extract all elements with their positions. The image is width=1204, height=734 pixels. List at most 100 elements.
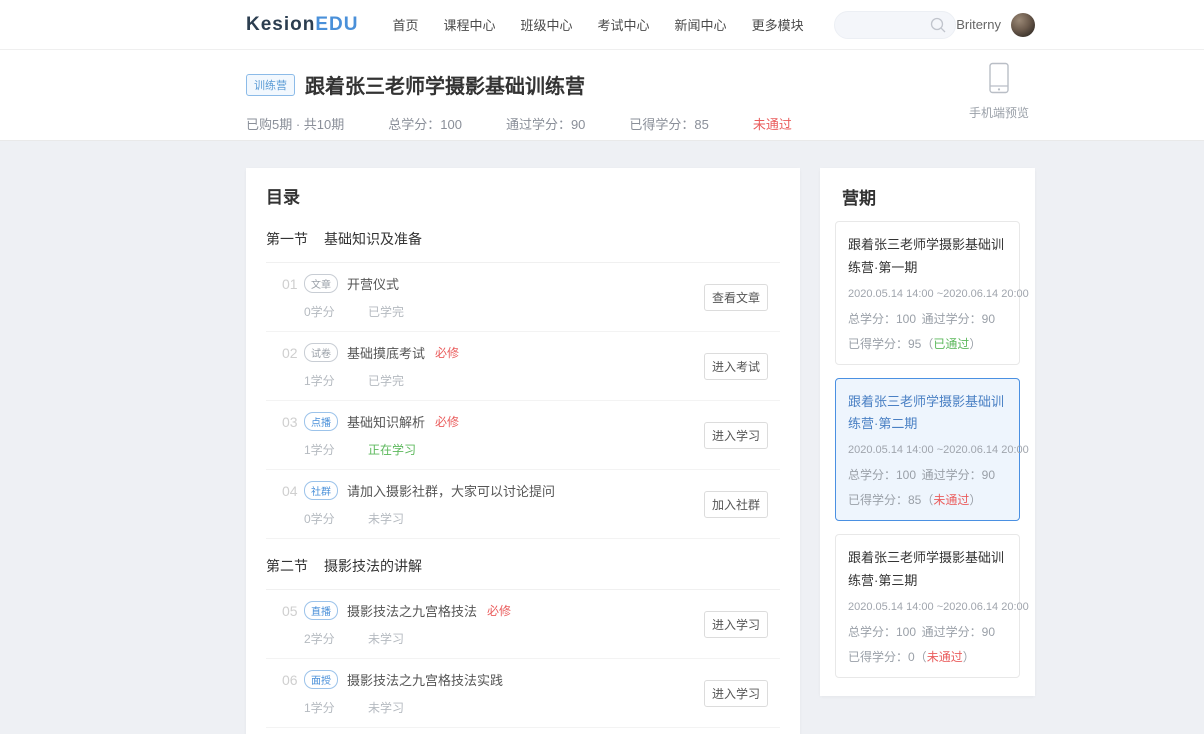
item-type-badge: 直播 xyxy=(304,601,338,620)
section-header: 第一节 基础知识及准备 xyxy=(266,212,780,263)
period-title: 跟着张三老师学摄影基础训练营·第三期 xyxy=(848,547,1007,593)
course-stats: 已购5期 · 共10期 总学分：100 通过学分：90 已得学分：85 未通过 xyxy=(246,114,1035,133)
catalog-item: 04 社群 请加入摄影社群，大家可以讨论提问 0学分 未学习 加入社群 xyxy=(266,470,780,539)
item-type-badge: 面授 xyxy=(304,670,338,689)
period-pass-credits: 通过学分：90 xyxy=(922,623,995,640)
item-credits: 2学分 xyxy=(304,630,340,647)
period-earned-suffix: ） xyxy=(969,493,981,507)
item-type-badge: 文章 xyxy=(304,274,338,293)
item-number: 02 xyxy=(266,343,304,361)
logo-text-edu: EDU xyxy=(315,14,358,35)
item-title: 请加入摄影社群，大家可以讨论提问 xyxy=(347,481,555,500)
user-area: Briterny xyxy=(956,13,1035,37)
nav-item-classes[interactable]: 班级中心 xyxy=(515,14,579,37)
period-earned-suffix: ） xyxy=(969,337,981,351)
item-credits: 1学分 xyxy=(304,372,340,389)
period-date: 2020.05.14 14:00 ~2020.06.14 20:00 xyxy=(848,601,1007,613)
item-type-badge: 社群 xyxy=(304,481,338,500)
item-action-button[interactable]: 查看文章 xyxy=(704,284,768,311)
period-status: 未通过 xyxy=(933,493,969,507)
nav-item-news[interactable]: 新闻中心 xyxy=(669,14,733,37)
item-credits: 1学分 xyxy=(304,441,340,458)
section-header: 第二节 摄影技法的讲解 xyxy=(266,539,780,590)
item-number: 01 xyxy=(266,274,304,292)
period-card-selected[interactable]: 跟着张三老师学摄影基础训练营·第二期 2020.05.14 14:00 ~202… xyxy=(835,378,1020,522)
nav-item-courses[interactable]: 课程中心 xyxy=(438,14,502,37)
period-total-credits: 总学分：100 xyxy=(848,623,916,640)
item-required-tag: 必修 xyxy=(487,602,511,619)
search-box xyxy=(834,11,957,39)
item-number: 05 xyxy=(266,601,304,619)
period-date: 2020.05.14 14:00 ~2020.06.14 20:00 xyxy=(848,288,1007,300)
periods-title: 营期 xyxy=(842,184,1020,209)
period-status: 未通过 xyxy=(927,650,963,664)
item-action-button[interactable]: 进入考试 xyxy=(704,353,768,380)
nav-item-home[interactable]: 首页 xyxy=(386,14,424,37)
period-earned-credits: 已得学分：0（未通过） xyxy=(848,648,1007,665)
period-pass-credits: 通过学分：90 xyxy=(922,310,995,327)
period-pass-credits: 通过学分：90 xyxy=(922,466,995,483)
item-credits: 1学分 xyxy=(304,699,340,716)
nav-item-more[interactable]: 更多模块 xyxy=(746,14,810,37)
pass-credits: 通过学分：90 xyxy=(506,114,585,133)
section-title: 摄影技法的讲解 xyxy=(324,556,422,576)
item-title: 基础知识解析 xyxy=(347,412,425,431)
item-number: 04 xyxy=(266,481,304,499)
section-number: 第二节 xyxy=(266,556,308,576)
period-earned-credits: 已得学分：95（已通过） xyxy=(848,335,1007,352)
nav-item-exams[interactable]: 考试中心 xyxy=(592,14,656,37)
catalog-title: 目录 xyxy=(266,168,780,212)
item-title: 基础摸底考试 xyxy=(347,343,425,362)
item-title: 摄影技法之九宫格技法实践 xyxy=(347,670,503,689)
item-action-button[interactable]: 进入学习 xyxy=(704,422,768,449)
period-title: 跟着张三老师学摄影基础训练营·第一期 xyxy=(848,234,1007,280)
item-number: 06 xyxy=(266,670,304,688)
period-status: 已通过 xyxy=(933,337,969,351)
period-earned-prefix: 已得学分：85（ xyxy=(848,493,933,507)
purchase-info: 已购5期 · 共10期 xyxy=(246,114,344,133)
item-action-button[interactable]: 加入社群 xyxy=(704,491,768,518)
catalog-item: 02 试卷 基础摸底考试 必修 1学分 已学完 进入考试 xyxy=(266,332,780,401)
course-header: 训练营 跟着张三老师学摄影基础训练营 已购5期 · 共10期 总学分：100 通… xyxy=(0,50,1204,141)
item-status: 未学习 xyxy=(368,699,404,716)
search-icon[interactable] xyxy=(929,16,947,34)
total-credits: 总学分：100 xyxy=(388,114,462,133)
item-number: 03 xyxy=(266,412,304,430)
section-number: 第一节 xyxy=(266,229,308,249)
period-total-credits: 总学分：100 xyxy=(848,466,916,483)
period-earned-prefix: 已得学分：95（ xyxy=(848,337,933,351)
avatar[interactable] xyxy=(1011,13,1035,37)
catalog-item: 03 点播 基础知识解析 必修 1学分 正在学习 进入学习 xyxy=(266,401,780,470)
item-required-tag: 必修 xyxy=(435,413,459,430)
period-total-credits: 总学分：100 xyxy=(848,310,916,327)
course-type-badge: 训练营 xyxy=(246,74,295,96)
mobile-preview-button[interactable]: 手机端预览 xyxy=(963,62,1035,121)
period-earned-suffix: ） xyxy=(963,650,975,664)
item-type-badge: 点播 xyxy=(304,412,338,431)
username[interactable]: Briterny xyxy=(956,17,1001,32)
top-navbar: KesionEDU 首页 课程中心 班级中心 考试中心 新闻中心 更多模块 Br… xyxy=(0,0,1204,50)
item-status: 未学习 xyxy=(368,630,404,647)
catalog-item: 01 文章 开营仪式 0学分 已学完 查看文章 xyxy=(266,263,780,332)
item-title: 摄影技法之九宫格技法 xyxy=(347,601,477,620)
course-title: 跟着张三老师学摄影基础训练营 xyxy=(305,70,585,99)
item-required-tag: 必修 xyxy=(435,344,459,361)
period-card[interactable]: 跟着张三老师学摄影基础训练营·第一期 2020.05.14 14:00 ~202… xyxy=(835,221,1020,365)
earned-credits: 已得学分：85 xyxy=(629,114,708,133)
app-logo[interactable]: KesionEDU xyxy=(246,14,358,36)
logo-text-kesion: Kesion xyxy=(246,14,315,35)
catalog-item: 05 直播 摄影技法之九宫格技法 必修 2学分 未学习 进入学习 xyxy=(266,590,780,659)
item-action-button[interactable]: 进入学习 xyxy=(704,611,768,638)
period-date: 2020.05.14 14:00 ~2020.06.14 20:00 xyxy=(848,444,1007,456)
mobile-preview-label: 手机端预览 xyxy=(963,104,1035,121)
period-earned-credits: 已得学分：85（未通过） xyxy=(848,491,1007,508)
item-action-button[interactable]: 进入学习 xyxy=(704,680,768,707)
period-earned-prefix: 已得学分：0（ xyxy=(848,650,927,664)
catalog-item: 06 面授 摄影技法之九宫格技法实践 1学分 未学习 进入学习 xyxy=(266,659,780,728)
item-status: 正在学习 xyxy=(368,441,416,458)
item-type-badge: 试卷 xyxy=(304,343,338,362)
main-nav: 首页 课程中心 班级中心 考试中心 新闻中心 更多模块 xyxy=(386,15,809,35)
item-title: 开营仪式 xyxy=(347,274,399,293)
period-card[interactable]: 跟着张三老师学摄影基础训练营·第三期 2020.05.14 14:00 ~202… xyxy=(835,534,1020,678)
item-credits: 0学分 xyxy=(304,510,340,527)
